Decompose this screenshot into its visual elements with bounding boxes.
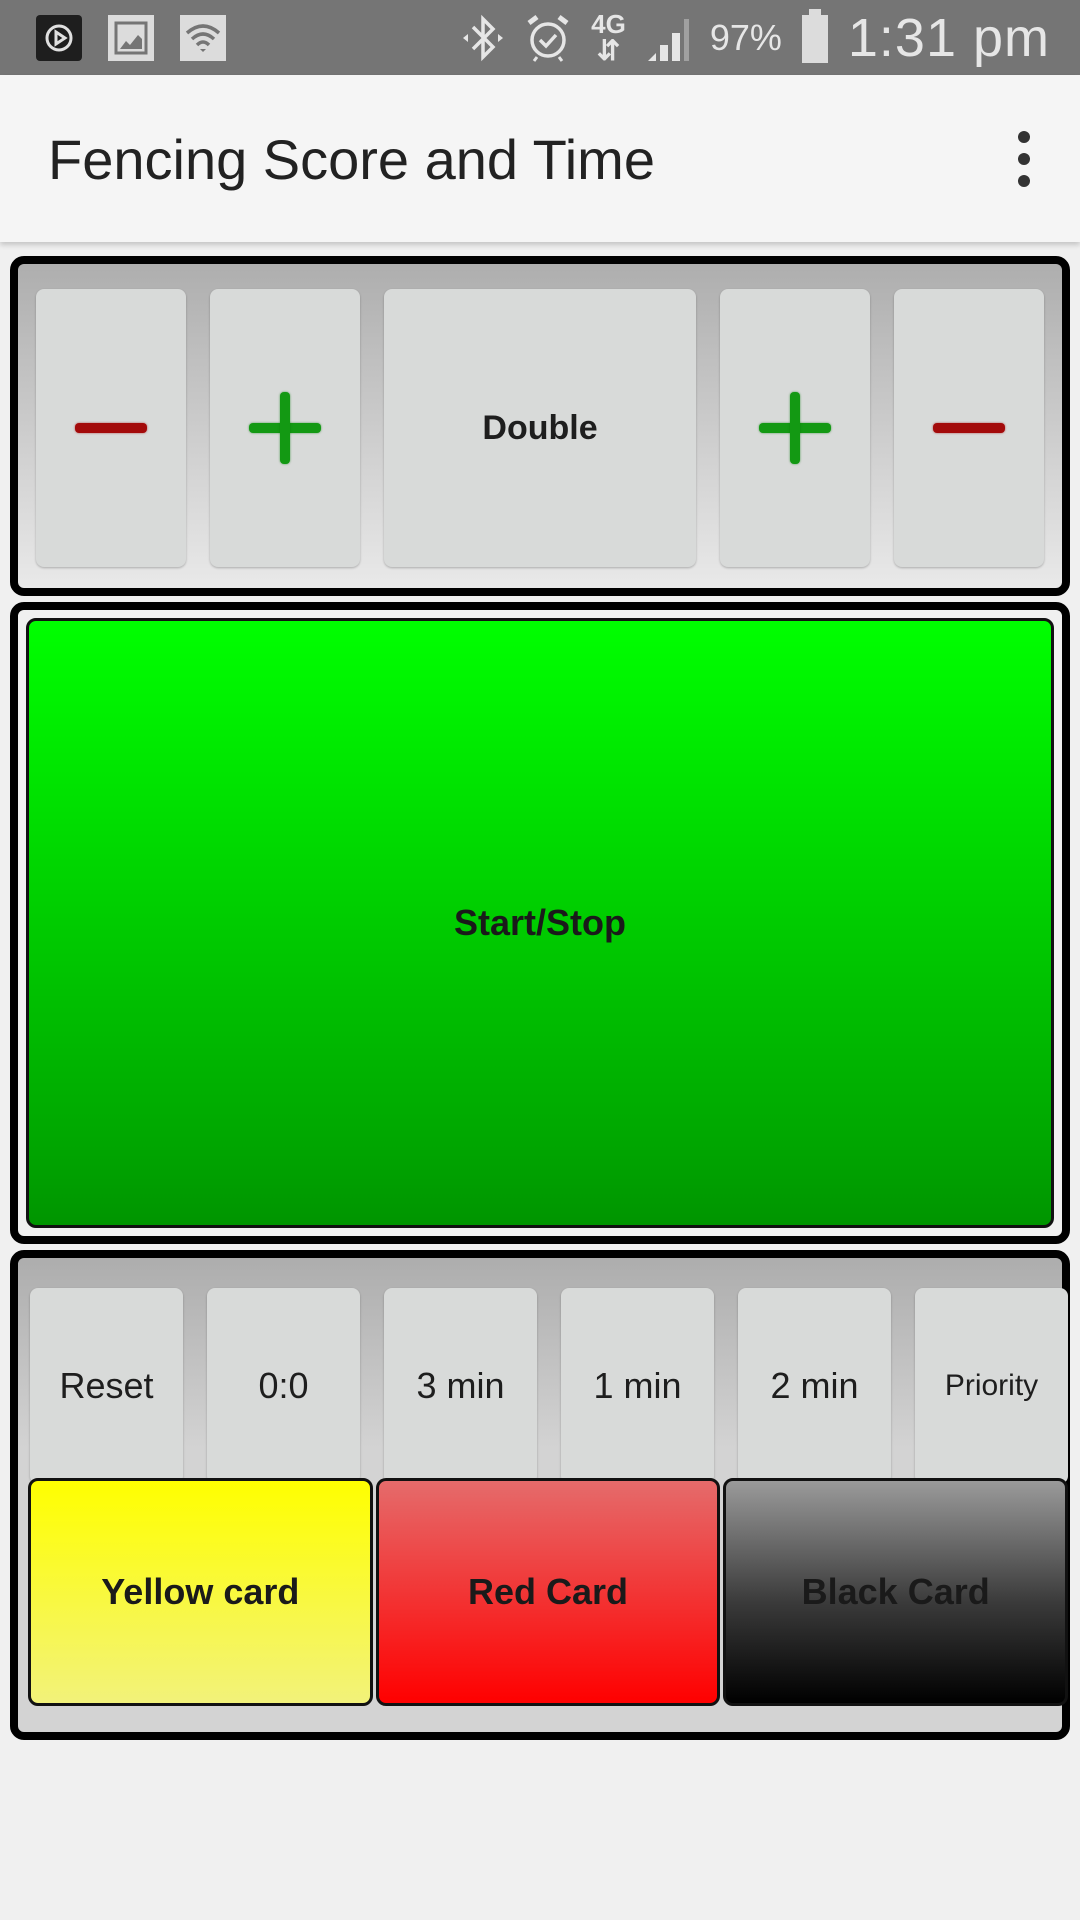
image-icon [108, 15, 154, 61]
wifi-icon [180, 15, 226, 61]
app-bar: Fencing Score and Time [0, 75, 1080, 242]
score-panel: Double [10, 256, 1070, 596]
app-title: Fencing Score and Time [48, 128, 655, 191]
one-min-button[interactable]: 1 min [561, 1288, 714, 1484]
right-plus-button[interactable] [720, 289, 870, 567]
menu-dot [1018, 175, 1030, 187]
plus-icon [249, 392, 321, 464]
timer-controls-row: Reset 0:0 3 min 1 min 2 min Priority [30, 1288, 1070, 1484]
alarm-icon [527, 15, 569, 62]
more-vert-icon[interactable] [1006, 131, 1042, 187]
right-minus-button[interactable] [894, 289, 1044, 567]
start-stop-button[interactable]: Start/Stop [26, 618, 1054, 1228]
reset-button[interactable]: Reset [30, 1288, 183, 1484]
4g-data-icon: 4G ⇵ [591, 11, 626, 65]
clock-time: 1:31 pm [847, 8, 1050, 68]
battery-percent: 97% [709, 17, 782, 58]
double-button[interactable]: Double [384, 289, 696, 567]
minus-icon [933, 423, 1005, 433]
three-min-button[interactable]: 3 min [384, 1288, 537, 1484]
left-plus-button[interactable] [210, 289, 360, 567]
menu-dot [1018, 131, 1030, 143]
yellow-card-button[interactable]: Yellow card [28, 1478, 373, 1706]
red-card-button[interactable]: Red Card [375, 1478, 721, 1706]
timer-panel: Start/Stop [10, 602, 1070, 1244]
minus-icon [75, 423, 147, 433]
menu-dot [1018, 153, 1030, 165]
controls-panel: Reset 0:0 3 min 1 min 2 min Priority Yel… [10, 1250, 1070, 1740]
priority-button[interactable]: Priority [915, 1288, 1068, 1484]
data-arrows-icon: ⇵ [596, 35, 621, 66]
status-bar-system: 4G ⇵ 97% 1:31 pm [461, 6, 1050, 70]
penalty-cards-row: Yellow card Red Card Black Card [28, 1478, 1069, 1706]
bluetooth-icon [463, 14, 504, 62]
media-player-icon [36, 15, 82, 61]
status-bar-notifications [36, 15, 226, 61]
zero-score-button[interactable]: 0:0 [207, 1288, 360, 1484]
network-type-label: 4G [591, 9, 626, 39]
score-buttons-row: Double [36, 289, 1044, 567]
plus-icon [759, 392, 831, 464]
black-card-button[interactable]: Black Card [723, 1478, 1069, 1706]
two-min-button[interactable]: 2 min [738, 1288, 891, 1484]
signal-icon [647, 19, 689, 61]
status-bar: 4G ⇵ 97% 1:31 pm [0, 0, 1080, 75]
left-minus-button[interactable] [36, 289, 186, 567]
battery-icon [801, 9, 828, 63]
